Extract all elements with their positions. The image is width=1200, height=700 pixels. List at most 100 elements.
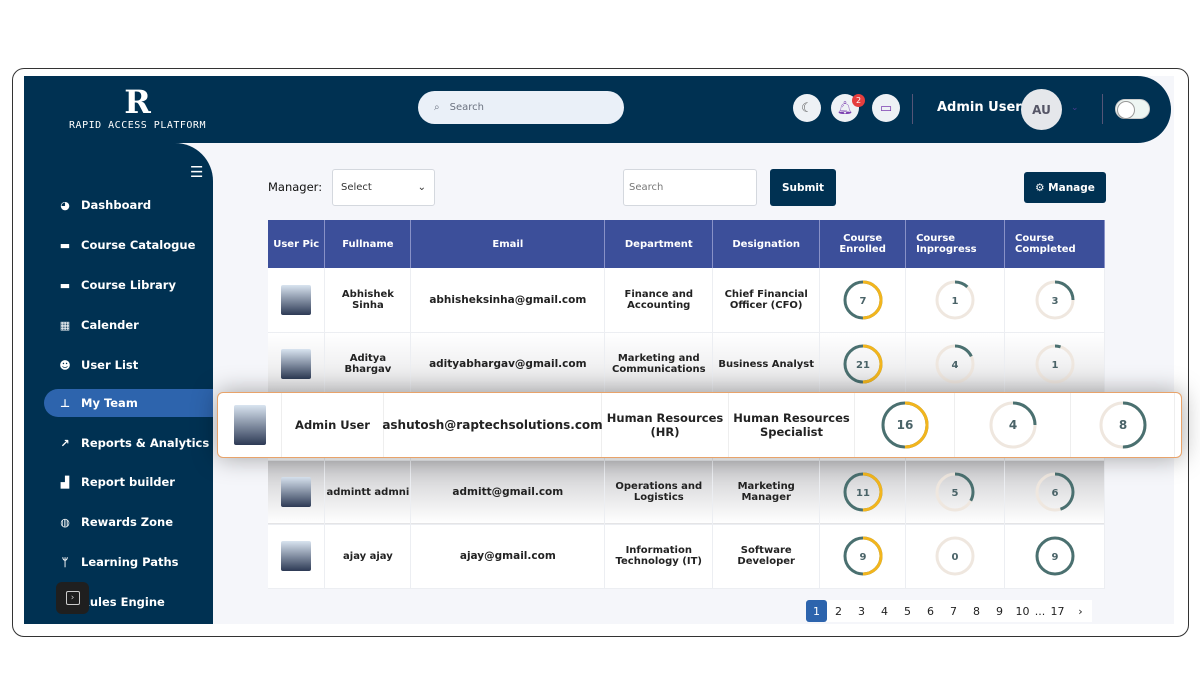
highlighted-row[interactable]: Admin User ashutosh@raptechsolutions.com H… [217,392,1182,458]
sidebar-item-reports-analytics[interactable]: ↗ Reports & Analytics [44,429,213,457]
sidebar-item-course-library[interactable]: ▬ Course Library [44,271,213,299]
completed-count: 6 [1051,488,1058,499]
column-header[interactable]: Email [410,220,606,268]
column-header[interactable]: Course Completed [1004,220,1105,268]
email: admitt@gmail.com [410,460,606,525]
page-button[interactable]: 17 [1046,600,1069,622]
manager-select[interactable]: Select ⌄ [332,169,435,206]
page-button[interactable]: 8 [965,600,988,622]
column-header[interactable]: Fullname [324,220,412,268]
header-search-placeholder: Search [449,102,484,113]
moon-icon[interactable]: ☾ [793,94,821,122]
calendar-icon: ▦ [59,318,71,332]
enrolled-count: 16 [896,418,913,432]
users-icon: ☻ [59,358,71,372]
logo[interactable]: R RAPID ACCESS PLATFORM [60,84,215,131]
gauge-icon: ◕ [60,198,70,212]
user-photo [281,349,312,379]
sidebar-item-user-list[interactable]: ☻ User List [44,351,213,379]
chevron-right-icon: › [65,591,80,605]
sidebar-item-dashboard[interactable]: ◕ Dashboard [44,191,213,219]
highlighted-cell: 4 [955,393,1071,457]
hamburger-menu-icon[interactable]: ☰ [190,163,203,181]
area-chart-icon: ▟ [60,475,70,489]
brand-name: RAPID ACCESS PLATFORM [69,120,206,131]
chat-icon[interactable]: ▭ [872,94,900,122]
department: Information Technology (IT) [604,524,714,589]
designation: Marketing Manager [712,460,821,525]
archive-icon: ▬ [59,278,71,292]
highlighted-cell: ashutosh@raptechsolutions.com [382,393,603,457]
sidebar-item-label: Report builder [81,475,175,489]
page-button[interactable]: 3 [850,600,873,622]
page-button[interactable]: 5 [896,600,919,622]
enrolled-count: 21 [856,360,870,371]
page-button[interactable]: 9 [988,600,1011,622]
sidebar-item-course-catalogue[interactable]: ▬ Course Catalogue [44,231,213,259]
chevron-down-icon[interactable]: ⌄ [1071,103,1079,113]
submit-button[interactable]: Submit [770,169,836,206]
inprogress-count: 5 [952,488,959,499]
sidebar-item-label: Reports & Analytics [81,436,210,450]
highlighted-cell [218,393,282,457]
next-page-button[interactable]: › [1069,600,1092,622]
search-icon: ⌕ [434,102,440,113]
archive-icon: ▬ [59,238,71,252]
page-button[interactable]: 1 [806,600,827,622]
column-header[interactable]: Designation [712,220,821,268]
sidebar-item-label: Learning Paths [81,555,179,569]
department: Finance and Accounting [604,268,714,333]
completed-ring: 1 [1035,344,1074,384]
logo-mark: R [124,83,151,121]
page-button[interactable]: 10 [1011,600,1034,622]
email: abhisheksinha@gmail.com [410,268,606,333]
page-button[interactable]: 6 [919,600,942,622]
completed-count: 8 [1118,418,1126,432]
page-button[interactable]: 2 [827,600,850,622]
enrolled-ring: 9 [843,536,883,576]
sidebar-item-label: Course Library [81,278,176,292]
page-button[interactable]: 7 [942,600,965,622]
inprogress-ring: 4 [935,344,975,384]
manage-button[interactable]: ⚙ Manage [1024,172,1106,203]
enrolled-ring: 11 [843,472,883,512]
sidebar-item-label: Rewards Zone [81,515,174,529]
sidebar-item-label: User List [81,358,139,372]
header-search[interactable]: ⌕ Search [418,91,624,124]
avatar[interactable]: AU [1021,89,1062,130]
sidebar-item-learning-paths[interactable]: ᛘ Learning Paths [44,548,213,576]
enrolled-ring: 7 [843,280,883,320]
table-row[interactable]: ajay ajay ajay@gmail.com Information Tec… [268,524,1105,589]
sidebar-item-my-team[interactable]: ⊥ My Team [44,389,213,417]
inprogress-ring: 0 [935,536,975,576]
sidebar-item-rewards-zone[interactable]: ◍ Rewards Zone [44,508,213,536]
table-row[interactable]: admintt admni admitt@gmail.com Operation… [268,460,1105,525]
column-header[interactable]: Course Inprogress [905,220,1005,268]
line-chart-icon: ↗ [60,436,70,450]
completed-ring: 3 [1035,280,1074,320]
column-header[interactable]: User Pic [268,220,326,268]
enrolled-ring: 16 [881,401,928,449]
enrolled-count: 11 [856,488,870,499]
fullname: Admin User [295,418,370,432]
designation: Chief Financial Officer (CFO) [712,268,821,333]
expand-panel-button[interactable]: › [56,582,89,614]
sidebar-item-label: Course Catalogue [81,238,196,252]
table-row[interactable]: Abhishek Sinha abhisheksinha@gmail.com F… [268,268,1105,333]
column-header[interactable]: Course Enrolled [819,220,907,268]
user-name[interactable]: Admin User [937,100,1022,115]
user-photo [281,477,312,507]
inprogress-count: 0 [952,552,959,563]
page-button[interactable]: 4 [873,600,896,622]
column-header[interactable]: Department [604,220,714,268]
sidebar-item-calender[interactable]: ▦ Calender [44,311,213,339]
gamepad-icon: ◍ [60,515,70,529]
table-row[interactable]: Aditya Bhargav adityabhargav@gmail.com M… [268,332,1105,397]
theme-toggle[interactable] [1115,99,1150,119]
fullname: Abhishek Sinha [324,268,412,333]
divider [1102,94,1103,124]
page-button[interactable]: ... [1034,600,1046,622]
table-search-input[interactable]: Search [623,169,757,206]
sidebar-item-report-builder[interactable]: ▟ Report builder [44,468,213,496]
enrolled-count: 9 [859,552,866,563]
